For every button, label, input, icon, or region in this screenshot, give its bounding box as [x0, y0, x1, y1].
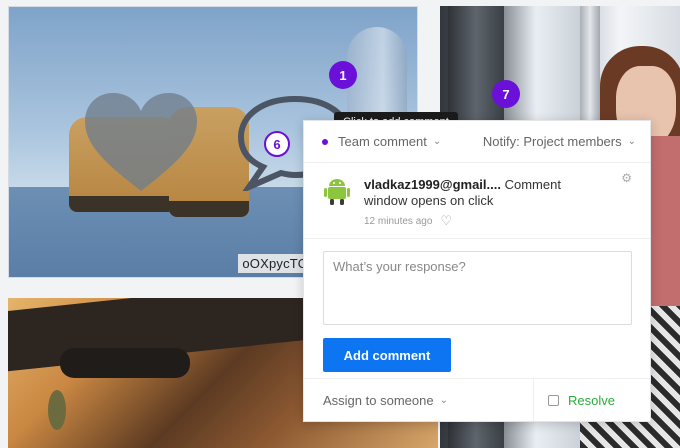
like-heart-icon[interactable]: ♡: [440, 213, 452, 229]
resolve-checkbox[interactable]: [548, 394, 559, 406]
comment-body: vladkaz1999@gmail.... Comment window ope…: [364, 177, 632, 209]
visibility-label: Team comment: [338, 134, 427, 149]
gear-icon[interactable]: ⚙: [621, 171, 632, 185]
android-avatar-icon: [324, 179, 350, 205]
resolve-label: Resolve: [568, 392, 615, 408]
assign-select[interactable]: Assign to someone ⌄: [304, 379, 534, 421]
heart-annotation-icon[interactable]: [85, 93, 197, 193]
visibility-select[interactable]: Team comment ⌄: [338, 134, 441, 149]
comment-author: vladkaz1999@gmail....: [364, 177, 501, 192]
comment-item: vladkaz1999@gmail.... Comment window ope…: [304, 163, 650, 239]
marker-dot-icon: [322, 138, 328, 145]
comment-panel-footer: Assign to someone ⌄ Resolve: [304, 379, 650, 421]
comment-panel: Team comment ⌄ Notify: Project members ⌄…: [303, 120, 651, 422]
reply-input[interactable]: [323, 251, 632, 325]
comment-marker-6-active[interactable]: 6: [264, 131, 290, 157]
comment-meta: 12 minutes ago ♡: [364, 213, 632, 229]
proofing-canvas: oOXpycTOo on 29.02.2019 1 7 6 Click to a…: [0, 0, 680, 448]
chevron-down-icon: ⌄: [627, 136, 636, 147]
notify-label: Notify: Project members: [482, 134, 622, 149]
chevron-down-icon: ⌄: [432, 136, 442, 147]
notify-select[interactable]: Notify: Project members ⌄: [483, 134, 636, 149]
resolve-toggle[interactable]: Resolve: [534, 393, 615, 408]
comment-marker-1[interactable]: 1: [329, 61, 357, 89]
reply-section: Add comment: [304, 239, 650, 379]
comment-time: 12 minutes ago: [364, 215, 433, 227]
comment-marker-7[interactable]: 7: [492, 80, 520, 108]
assign-label: Assign to someone: [323, 392, 434, 408]
comment-text-1: Comment: [500, 177, 561, 192]
comment-text-2: window opens on click: [364, 193, 494, 208]
add-comment-button[interactable]: Add comment: [323, 338, 451, 372]
chevron-down-icon: ⌄: [439, 394, 448, 406]
comment-panel-header: Team comment ⌄ Notify: Project members ⌄: [304, 121, 650, 163]
